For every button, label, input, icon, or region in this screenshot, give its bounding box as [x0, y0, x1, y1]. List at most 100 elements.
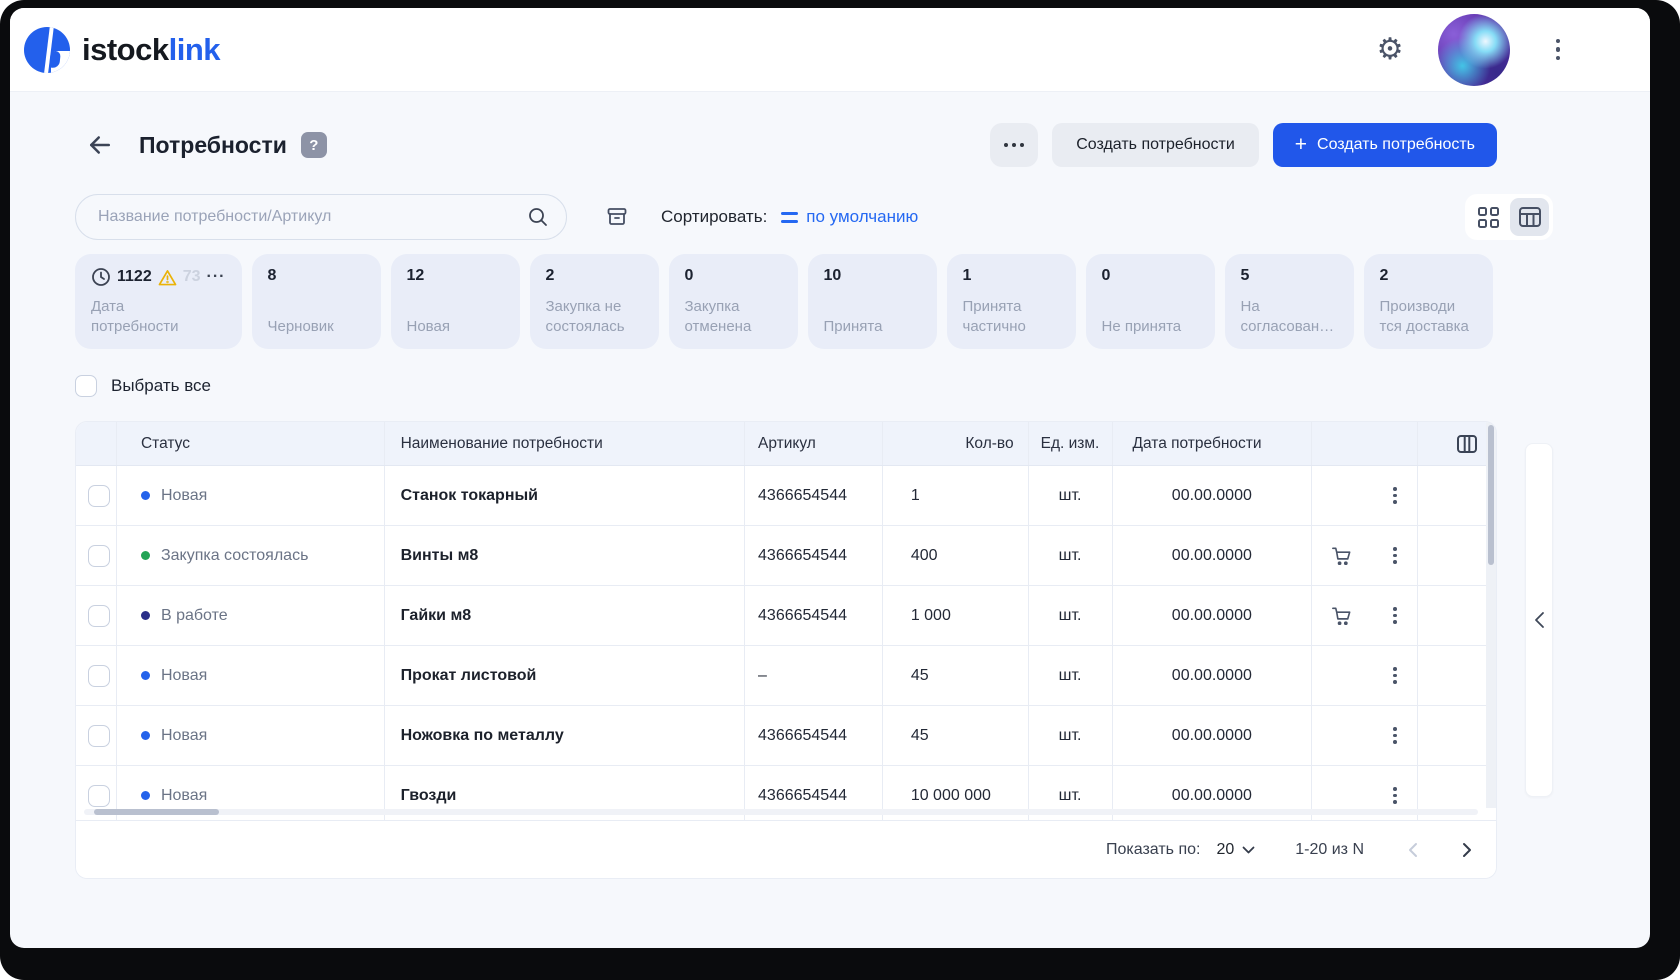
need-date: 00.00.0000 — [1111, 646, 1312, 705]
page-size-dropdown[interactable]: 20 — [1216, 841, 1255, 859]
need-date: 00.00.0000 — [1111, 526, 1312, 585]
vertical-scrollbar-thumb[interactable] — [1488, 425, 1494, 565]
next-page-icon[interactable] — [1462, 842, 1472, 858]
topbar-menu-kebab-icon[interactable] — [1552, 35, 1565, 65]
brand-logo-icon — [24, 26, 70, 73]
sort-value-link[interactable]: по умолчанию — [806, 207, 918, 227]
prev-page-icon[interactable] — [1408, 842, 1418, 858]
row-menu-kebab-icon[interactable] — [1389, 543, 1401, 568]
cart-icon[interactable] — [1330, 545, 1353, 567]
column-header-date[interactable]: Дата потребности — [1111, 422, 1312, 465]
chip-count: 1122 — [117, 268, 152, 285]
filter-chip-delivery[interactable]: 2 Производи тся доставка — [1363, 254, 1493, 349]
need-sku: 4366654544 — [744, 586, 882, 645]
row-menu-kebab-icon[interactable] — [1389, 663, 1401, 688]
sort-icon[interactable] — [781, 211, 799, 223]
page-content: Потребности ? Создать потребности + Созда… — [10, 92, 1650, 879]
search-icon[interactable] — [527, 206, 549, 228]
need-sku: – — [744, 646, 882, 705]
need-unit: шт. — [1027, 706, 1112, 765]
table-row[interactable]: Новая Станок токарный 4366654544 1 шт. 0… — [76, 466, 1496, 526]
row-menu-kebab-icon[interactable] — [1389, 723, 1401, 748]
brand-logo[interactable]: istocklink — [24, 26, 221, 73]
row-menu-kebab-icon[interactable] — [1389, 483, 1401, 508]
chip-label: Дата потребности — [91, 298, 179, 336]
table-row[interactable]: В работе Гайки м8 4366654544 1 000 шт. 0… — [76, 586, 1496, 646]
status-text: В работе — [160, 606, 228, 624]
filter-chip-purchase-failed[interactable]: 2 Закупка не состоялась — [529, 254, 659, 349]
filter-chip-draft[interactable]: 8 Черновик — [251, 254, 381, 349]
filter-chip-date[interactable]: 1122 73 ··· Дата потребности — [75, 254, 242, 349]
row-checkbox[interactable] — [88, 664, 110, 687]
table-row[interactable]: Новая Ножовка по металлу 4366654544 45 ш… — [76, 706, 1496, 766]
filter-chip-on-approval[interactable]: 5 На согласован… — [1224, 254, 1354, 349]
status-dot — [140, 731, 150, 740]
settings-gear-icon[interactable]: ⚙ — [1377, 34, 1404, 65]
need-sku: 4366654544 — [744, 526, 882, 585]
column-header-unit[interactable]: Ед. изм. — [1027, 422, 1112, 465]
need-name: Гайки м8 — [400, 606, 472, 624]
header-checkbox-cell — [76, 422, 116, 465]
chevron-left-icon — [1534, 612, 1544, 628]
app-root: istocklink ⚙ Потребности ? Создать потре… — [10, 8, 1650, 948]
row-menu-kebab-icon[interactable] — [1389, 603, 1401, 628]
status-dot — [140, 551, 150, 560]
need-qty: 1 000 — [881, 586, 1028, 645]
column-header-qty[interactable]: Кол-во — [881, 422, 1028, 465]
warning-icon — [158, 269, 177, 285]
filter-chip-not-accepted[interactable]: 0 Не принята — [1085, 254, 1215, 349]
filter-chip-partial — [1502, 254, 1503, 349]
table-row[interactable]: Новая Прокат листовой – 45 шт. 00.00.000… — [76, 646, 1496, 706]
page-title: Потребности — [139, 131, 287, 158]
status-text: Новая — [160, 726, 208, 744]
row-checkbox[interactable] — [88, 784, 110, 807]
filter-chip-accepted[interactable]: 10 Принята — [807, 254, 937, 349]
status-text: Новая — [160, 486, 208, 504]
user-avatar[interactable] — [1437, 13, 1510, 86]
row-checkbox[interactable] — [88, 484, 110, 507]
need-unit: шт. — [1027, 646, 1112, 705]
columns-settings-icon[interactable] — [1456, 434, 1478, 454]
table-row[interactable]: Закупка состоялась Винты м8 4366654544 4… — [76, 526, 1496, 586]
status-dot — [140, 791, 150, 800]
row-checkbox[interactable] — [88, 604, 110, 627]
filter-chip-purchase-cancelled[interactable]: 0 Закупка отменена — [668, 254, 798, 349]
table-view-icon[interactable] — [1510, 198, 1549, 236]
search-input[interactable] — [75, 194, 567, 240]
need-unit: шт. — [1027, 586, 1112, 645]
status-dot — [140, 671, 150, 680]
needs-table-card: Статус Наименование потребности Артикул … — [75, 421, 1497, 879]
status-dot — [140, 611, 150, 620]
page-size-label: Показать по: — [1105, 840, 1201, 858]
table-header-row: Статус Наименование потребности Артикул … — [76, 422, 1496, 466]
vertical-scrollbar[interactable] — [1486, 422, 1496, 808]
filter-chip-new[interactable]: 12 Новая — [390, 254, 520, 349]
grid-view-icon[interactable] — [1469, 198, 1508, 236]
column-header-sku[interactable]: Артикул — [744, 422, 882, 465]
row-menu-kebab-icon[interactable] — [1389, 783, 1401, 808]
cart-icon[interactable] — [1330, 605, 1353, 627]
page-header: Потребности ? Создать потребности + Созда… — [75, 122, 1497, 168]
archive-icon[interactable] — [605, 205, 629, 229]
row-checkbox[interactable] — [88, 544, 110, 567]
select-all-label: Выбрать все — [111, 376, 211, 395]
column-header-name[interactable]: Наименование потребности — [383, 422, 744, 465]
more-actions-button[interactable] — [990, 123, 1039, 167]
side-panel-collapse-toggle[interactable] — [1525, 443, 1553, 797]
create-needs-secondary-button[interactable]: Создать потребности — [1052, 123, 1259, 167]
column-header-status[interactable]: Статус — [115, 422, 384, 465]
need-date: 00.00.0000 — [1111, 466, 1312, 525]
chip-menu-dots-icon[interactable]: ··· — [207, 269, 226, 285]
help-icon[interactable]: ? — [300, 132, 327, 158]
need-sku: 4366654544 — [744, 706, 882, 765]
sort-label: Сортировать: — [661, 207, 768, 226]
window-frame: istocklink ⚙ Потребности ? Создать потре… — [0, 0, 1680, 980]
row-checkbox[interactable] — [88, 724, 110, 747]
select-all-checkbox[interactable] — [75, 375, 97, 397]
create-need-primary-button[interactable]: + Создать потребность — [1272, 123, 1497, 167]
filter-chip-partially-accepted[interactable]: 1 Принята частично — [946, 254, 1076, 349]
back-arrow-icon[interactable] — [85, 130, 115, 160]
status-text: Новая — [160, 666, 208, 684]
horizontal-scrollbar-thumb[interactable] — [94, 809, 219, 815]
horizontal-scrollbar[interactable] — [84, 809, 1478, 815]
